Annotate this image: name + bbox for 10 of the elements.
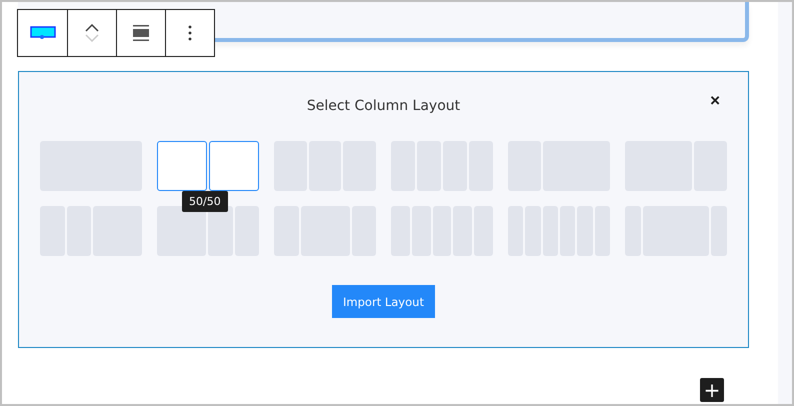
- add-block-button[interactable]: +: [700, 378, 724, 402]
- import-layout-button[interactable]: Import Layout: [332, 285, 435, 318]
- more-icon: [188, 25, 192, 41]
- block-icon: [30, 26, 56, 40]
- close-button[interactable]: ×: [708, 92, 722, 110]
- tooltip: 50/50: [182, 191, 228, 212]
- column-layout-option[interactable]: [157, 206, 259, 256]
- panel-title: Select Column Layout: [306, 98, 460, 114]
- chevron-up-icon[interactable]: [85, 24, 99, 32]
- align-icon: [133, 25, 149, 41]
